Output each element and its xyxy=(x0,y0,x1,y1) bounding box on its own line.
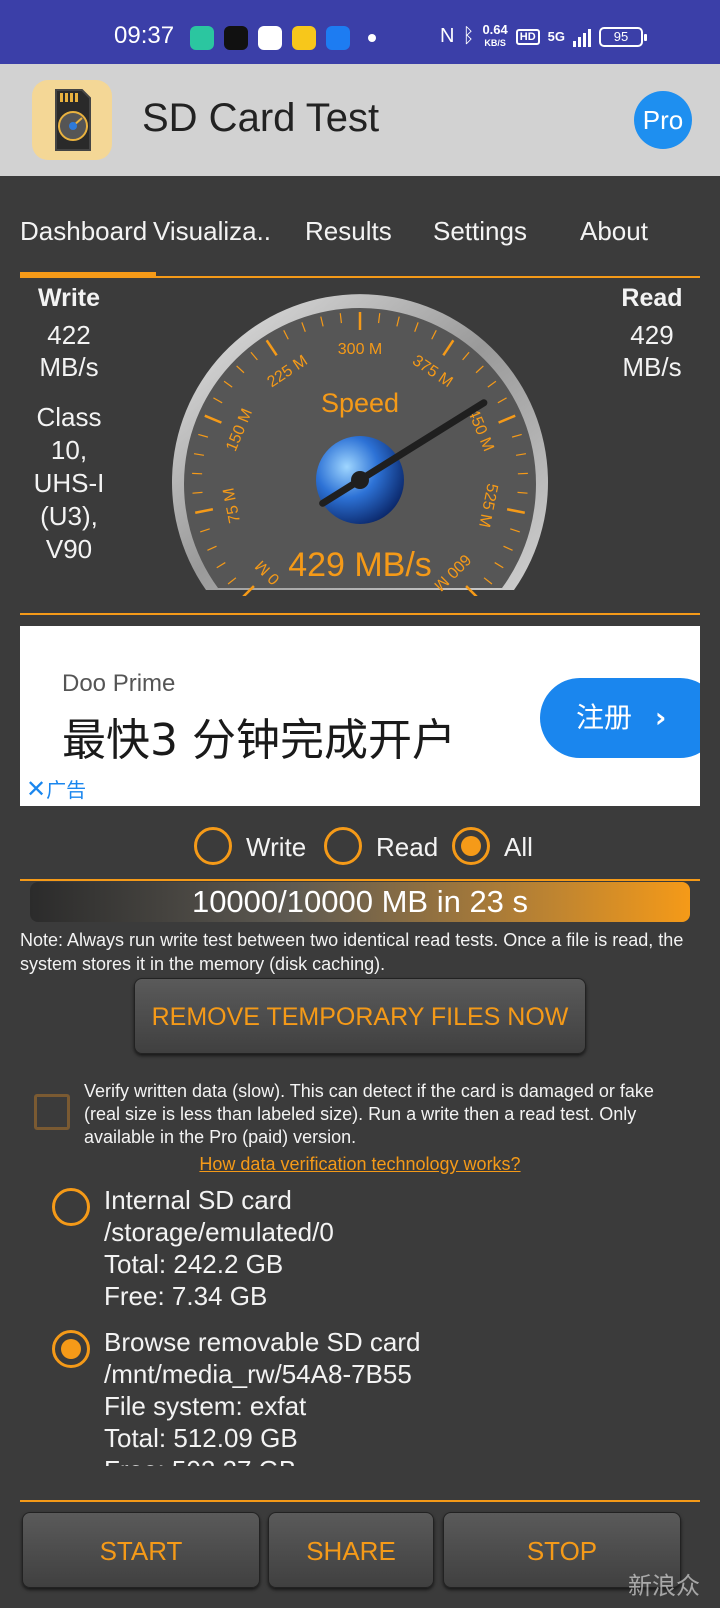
card-class-line: V90 xyxy=(45,534,93,564)
status-time: 09:37 xyxy=(114,22,175,49)
read-panel: Read 429 MB/s xyxy=(604,284,700,383)
gauge-divider xyxy=(20,613,700,615)
card-class: Class 10, UHS-I (U3), V90 xyxy=(22,401,116,566)
gauge-hub xyxy=(351,471,369,489)
signal-icon xyxy=(573,27,591,47)
ad-banner[interactable]: Doo Prime 最快3 分钟完成开户 注册 › ✕广告 xyxy=(20,626,700,806)
read-speed-unit: MB/s xyxy=(622,352,682,382)
app-bar: SD Card Test Pro xyxy=(0,64,720,176)
write-speed: 422 MB/s xyxy=(22,319,116,383)
storage-line: Browse removable SD card xyxy=(104,1327,421,1357)
gauge-minor-tick xyxy=(517,491,528,494)
close-icon: ✕ xyxy=(26,775,47,803)
tab-results[interactable]: Results xyxy=(305,216,392,247)
more-notifications-dot-icon xyxy=(368,34,376,42)
card-class-line: (U3), xyxy=(40,501,98,531)
battery-icon: 95 xyxy=(599,26,647,47)
hd-icon: HD xyxy=(515,28,540,45)
chat-icon xyxy=(258,26,282,50)
write-speed-value: 422 xyxy=(47,320,91,350)
sd-card-app-icon xyxy=(32,80,112,160)
storage-details: Internal SD card /storage/emulated/0 Tot… xyxy=(104,1188,334,1312)
caching-note: Note: Always run write test between two … xyxy=(20,930,684,974)
start-button[interactable]: START xyxy=(22,1512,260,1588)
watermark-logo: 新浪众测 xyxy=(628,1572,700,1608)
tab-settings[interactable]: Settings xyxy=(433,216,527,247)
card-class-line: UHS-I xyxy=(33,468,105,498)
storage-line: /mnt/media_rw/54A8-7B55 xyxy=(104,1359,412,1389)
net-speed: 0.64 KB/S xyxy=(482,22,508,49)
net-speed-unit: KB/S xyxy=(484,38,506,48)
write-panel: Write 422 MB/s Class 10, UHS-I (U3), V90 xyxy=(22,284,116,566)
meituan-icon xyxy=(292,26,316,50)
status-right: N ᛒ 0.64 KB/S HD 5G 95 xyxy=(440,22,647,49)
storage-line: Total: 512.09 GB xyxy=(104,1423,298,1453)
read-mode-radio[interactable] xyxy=(324,827,362,865)
storage-line: Internal SD card xyxy=(104,1188,292,1215)
tab-about[interactable]: About xyxy=(580,216,648,247)
bluetooth-icon: ᛒ xyxy=(462,25,475,47)
nfc-icon: N xyxy=(440,25,455,47)
write-mode-radio[interactable] xyxy=(194,827,232,865)
share-button[interactable]: SHARE xyxy=(268,1512,434,1588)
tiktok-icon xyxy=(224,26,248,50)
ad-button-label: 注册 xyxy=(576,701,633,734)
verify-description: Verify written data (slow). This can det… xyxy=(84,1081,654,1147)
ad-label: 广告 xyxy=(46,778,87,802)
write-speed-unit: MB/s xyxy=(39,352,99,382)
ad-close-button[interactable]: ✕广告 xyxy=(26,774,86,803)
read-speed-value: 429 xyxy=(630,320,674,350)
storage-line: Total: 242.2 GB xyxy=(104,1249,284,1279)
mode-divider xyxy=(20,879,700,881)
verification-help-link[interactable]: How data verification technology works? xyxy=(0,1154,720,1175)
all-mode-label[interactable]: All xyxy=(504,832,533,863)
internal-storage-radio[interactable] xyxy=(52,1188,90,1226)
tab-active-indicator xyxy=(20,272,156,278)
app-title: SD Card Test xyxy=(142,96,380,140)
ad-brand: Doo Prime xyxy=(62,670,176,697)
storage-details: Browse removable SD card /mnt/media_rw/5… xyxy=(104,1326,420,1466)
storage-line: /storage/emulated/0 xyxy=(104,1217,334,1247)
speed-gauge: 0 M 75 M 150 M 225 M 300 M 375 M 450 M 525 M 600… xyxy=(166,294,554,600)
storage-line: Free: 502.27 GB xyxy=(104,1454,420,1466)
progress-text: 10000/10000 MB in 23 s xyxy=(191,884,529,919)
bottom-divider xyxy=(20,1500,700,1502)
main-panel: Dashboard Visualiza.. Results Settings A… xyxy=(0,176,720,1608)
chevron-right-icon: › xyxy=(654,701,667,734)
removable-storage-radio[interactable] xyxy=(52,1330,90,1368)
card-class-line: 10, xyxy=(50,435,88,465)
remove-temp-files-button[interactable]: REMOVE TEMPORARY FILES NOW xyxy=(134,978,586,1054)
ad-register-button[interactable]: 注册 › xyxy=(540,678,700,758)
write-label: Write xyxy=(37,284,101,312)
storage-line: Free: 7.34 GB xyxy=(104,1281,268,1311)
read-label: Read xyxy=(621,284,683,312)
net-speed-value: 0.64 xyxy=(482,22,508,37)
gauge-tick-label: 300 M xyxy=(338,341,382,358)
write-mode-label[interactable]: Write xyxy=(246,832,306,863)
tab-dashboard[interactable]: Dashboard xyxy=(20,216,147,247)
storage-line: File system: exfat xyxy=(104,1391,307,1421)
read-speed: 429 MB/s xyxy=(604,319,700,383)
all-mode-radio[interactable] xyxy=(452,827,490,865)
verify-checkbox[interactable] xyxy=(34,1094,70,1130)
gauge-minor-tick xyxy=(192,491,203,494)
tab-bar: Dashboard Visualiza.. Results Settings A… xyxy=(20,216,700,256)
progress-bar: 10000/10000 MB in 23 s xyxy=(30,882,690,922)
pro-button[interactable]: Pro xyxy=(634,91,692,149)
notification-icons xyxy=(190,26,376,50)
gauge-reading: 429 MB/s xyxy=(288,546,432,584)
card-class-line: Class xyxy=(36,402,102,432)
status-bar: 09:37 N ᛒ 0.64 KB/S HD 5G 95 xyxy=(0,0,720,64)
tab-visualization[interactable]: Visualiza.. xyxy=(153,216,271,247)
zhihu-icon xyxy=(326,26,350,50)
app-notification-icon xyxy=(190,26,214,50)
test-mode-group: Write Read All xyxy=(0,826,720,870)
network-type: 5G xyxy=(547,28,565,44)
gauge-title: Speed xyxy=(321,388,399,418)
storage-list[interactable]: Internal SD card /storage/emulated/0 Tot… xyxy=(0,1188,720,1466)
read-mode-label[interactable]: Read xyxy=(376,832,438,863)
ad-headline: 最快3 分钟完成开户 xyxy=(62,715,456,766)
